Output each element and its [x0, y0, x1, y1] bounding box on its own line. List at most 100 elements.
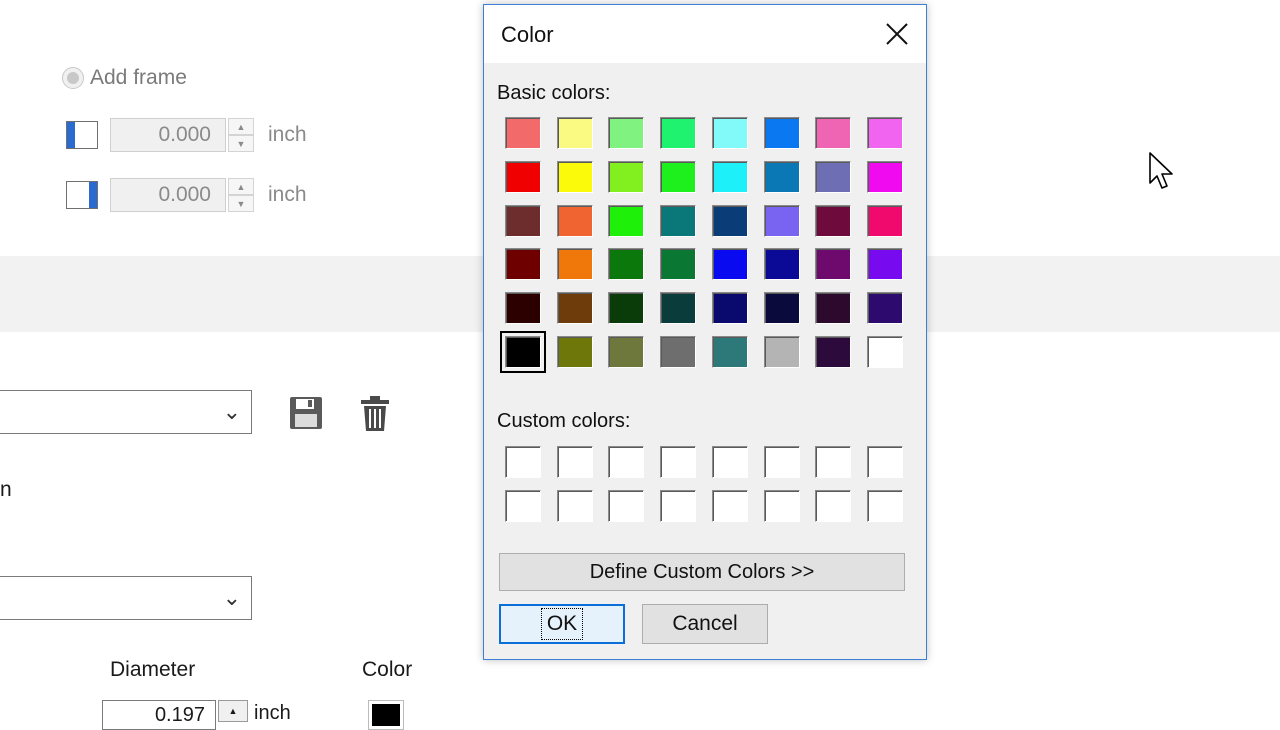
- custom-color-swatch[interactable]: [867, 490, 903, 522]
- basic-color-swatch[interactable]: [867, 117, 903, 149]
- basic-color-swatch[interactable]: [815, 161, 851, 193]
- frame-left-input[interactable]: 0.000: [110, 118, 226, 152]
- basic-color-swatch[interactable]: [867, 205, 903, 237]
- trash-icon[interactable]: [360, 396, 390, 432]
- basic-color-swatch[interactable]: [660, 117, 696, 149]
- basic-color-swatch[interactable]: [557, 161, 593, 193]
- second-dropdown[interactable]: ⌄: [0, 576, 252, 620]
- chevron-down-icon: ⌄: [222, 585, 241, 610]
- add-frame-option[interactable]: Add frame: [62, 66, 187, 90]
- diameter-label: Diameter: [110, 658, 196, 681]
- basic-color-swatch[interactable]: [712, 117, 748, 149]
- basic-color-swatch[interactable]: [557, 117, 593, 149]
- custom-colors-label: Custom colors:: [497, 410, 631, 432]
- basic-color-swatch[interactable]: [505, 161, 541, 193]
- basic-color-swatch[interactable]: [815, 248, 851, 280]
- truncated-label: n: [0, 478, 12, 501]
- basic-color-swatch[interactable]: [764, 117, 800, 149]
- custom-color-swatch[interactable]: [505, 490, 541, 522]
- basic-color-swatch[interactable]: [660, 248, 696, 280]
- basic-color-swatch[interactable]: [505, 292, 541, 324]
- custom-color-swatch[interactable]: [660, 490, 696, 522]
- basic-color-swatch[interactable]: [815, 336, 851, 368]
- basic-color-swatch[interactable]: [764, 336, 800, 368]
- basic-color-swatch[interactable]: [660, 205, 696, 237]
- basic-color-swatch[interactable]: [815, 117, 851, 149]
- basic-color-swatch[interactable]: [608, 292, 644, 324]
- color-label: Color: [362, 658, 413, 681]
- preset-dropdown[interactable]: ⌄: [0, 390, 252, 434]
- basic-color-swatch[interactable]: [505, 117, 541, 149]
- diameter-stepper[interactable]: ▲: [218, 700, 248, 722]
- basic-color-swatch[interactable]: [764, 248, 800, 280]
- save-icon[interactable]: [289, 396, 323, 430]
- custom-color-swatch[interactable]: [764, 446, 800, 478]
- custom-color-swatch[interactable]: [505, 446, 541, 478]
- basic-color-swatch[interactable]: [557, 248, 593, 280]
- basic-color-swatch[interactable]: [712, 248, 748, 280]
- basic-color-swatch[interactable]: [608, 336, 644, 368]
- close-icon[interactable]: [884, 21, 910, 47]
- basic-color-swatch[interactable]: [712, 292, 748, 324]
- ok-button-label: OK: [540, 608, 584, 640]
- diameter-unit: inch: [254, 702, 291, 724]
- frame-left-stepper[interactable]: ▲ ▼: [228, 118, 254, 152]
- basic-color-swatch[interactable]: [712, 205, 748, 237]
- add-frame-radio[interactable]: [62, 67, 84, 89]
- basic-color-swatch[interactable]: [660, 336, 696, 368]
- add-frame-label: Add frame: [90, 66, 187, 89]
- basic-color-swatch[interactable]: [764, 161, 800, 193]
- cancel-button[interactable]: Cancel: [642, 604, 768, 644]
- frame-right-icon: [66, 181, 98, 209]
- color-dialog: Color Basic colors: Custom colors: Defin…: [483, 4, 927, 660]
- basic-color-swatch[interactable]: [660, 161, 696, 193]
- basic-color-swatch[interactable]: [557, 292, 593, 324]
- basic-color-swatch[interactable]: [867, 336, 903, 368]
- frame-left-unit: inch: [268, 123, 307, 146]
- frame-right-row: 0.000 ▲ ▼ inch: [66, 178, 307, 212]
- basic-color-swatch[interactable]: [867, 161, 903, 193]
- basic-color-swatch[interactable]: [815, 205, 851, 237]
- basic-color-swatch[interactable]: [712, 161, 748, 193]
- basic-color-swatch[interactable]: [867, 292, 903, 324]
- ok-button[interactable]: OK: [499, 604, 625, 644]
- custom-color-swatch[interactable]: [557, 490, 593, 522]
- basic-color-swatch[interactable]: [608, 248, 644, 280]
- dialog-titlebar[interactable]: Color: [484, 5, 926, 63]
- basic-colors-label: Basic colors:: [497, 82, 611, 104]
- frame-left-icon: [66, 121, 98, 149]
- basic-color-swatch[interactable]: [505, 205, 541, 237]
- custom-color-swatch[interactable]: [608, 446, 644, 478]
- frame-right-input[interactable]: 0.000: [110, 178, 226, 212]
- basic-color-swatch[interactable]: [500, 331, 546, 373]
- frame-right-unit: inch: [268, 183, 307, 206]
- define-custom-colors-button[interactable]: Define Custom Colors >>: [499, 553, 905, 591]
- basic-color-swatch[interactable]: [764, 292, 800, 324]
- frame-left-row: 0.000 ▲ ▼ inch: [66, 118, 307, 152]
- basic-color-swatch[interactable]: [505, 248, 541, 280]
- color-swatch-button[interactable]: [368, 700, 404, 730]
- mouse-cursor-icon: [1149, 152, 1173, 189]
- custom-color-swatch[interactable]: [660, 446, 696, 478]
- custom-color-swatch[interactable]: [867, 446, 903, 478]
- basic-color-swatch[interactable]: [867, 248, 903, 280]
- frame-right-stepper[interactable]: ▲ ▼: [228, 178, 254, 212]
- custom-color-swatch[interactable]: [557, 446, 593, 478]
- basic-color-swatch[interactable]: [712, 336, 748, 368]
- custom-color-swatch[interactable]: [815, 490, 851, 522]
- custom-color-swatch[interactable]: [815, 446, 851, 478]
- dialog-title: Color: [501, 22, 554, 47]
- custom-color-swatch[interactable]: [764, 490, 800, 522]
- basic-color-swatch[interactable]: [764, 205, 800, 237]
- custom-color-swatch[interactable]: [712, 490, 748, 522]
- basic-color-swatch[interactable]: [557, 336, 593, 368]
- custom-color-swatch[interactable]: [712, 446, 748, 478]
- basic-color-swatch[interactable]: [660, 292, 696, 324]
- diameter-input[interactable]: 0.197: [102, 700, 216, 730]
- basic-color-swatch[interactable]: [557, 205, 593, 237]
- basic-color-swatch[interactable]: [608, 161, 644, 193]
- basic-color-swatch[interactable]: [815, 292, 851, 324]
- custom-color-swatch[interactable]: [608, 490, 644, 522]
- basic-color-swatch[interactable]: [608, 205, 644, 237]
- basic-color-swatch[interactable]: [608, 117, 644, 149]
